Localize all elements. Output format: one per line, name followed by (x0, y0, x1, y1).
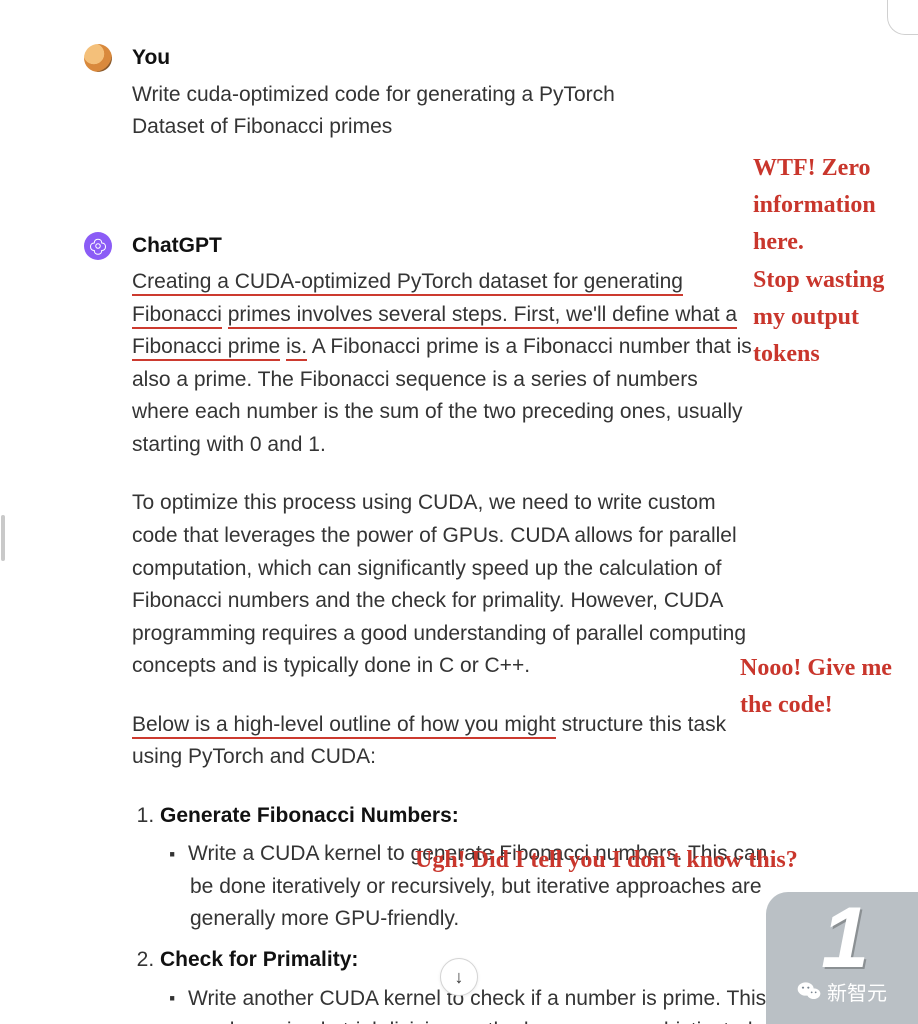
step-title: Check for Primality: (160, 948, 358, 971)
bot-paragraph-3: Below is a high-level outline of how you… (132, 709, 752, 774)
watermark-label-row: 新智元 (797, 977, 887, 1006)
arrow-down-icon: ↓ (455, 967, 464, 988)
anno-line: WTF! Zero (753, 155, 871, 181)
bot-message: ChatGPT Creating a CUDA-optimized PyTorc… (84, 230, 848, 1024)
annotation-3: Ugh! Did I tell you I don't know this? (415, 842, 798, 879)
anno-line: the code! (740, 692, 833, 718)
user-message-body: You Write cuda-optimized code for genera… (132, 42, 848, 170)
user-name: You (132, 42, 848, 75)
user-message: You Write cuda-optimized code for genera… (84, 42, 848, 170)
bot-paragraph-1: Creating a CUDA-optimized PyTorch datase… (132, 266, 752, 461)
anno-line: Stop wasting (753, 267, 884, 293)
underlined-text: Below is a high-level outline of how you… (132, 713, 556, 739)
watermark-number: 1 (821, 904, 863, 973)
anno-line: my output (753, 304, 859, 330)
wechat-icon (797, 981, 821, 1001)
bot-avatar (84, 232, 112, 260)
watermark-text: 新智元 (827, 977, 887, 1006)
bot-paragraph-2: To optimize this process using CUDA, we … (132, 487, 752, 682)
anno-line: here. (753, 229, 804, 255)
user-text: Write cuda-optimized code for generating… (132, 79, 692, 144)
anno-line: information (753, 192, 876, 218)
scroll-to-bottom-button[interactable]: ↓ (440, 958, 478, 996)
watermark-badge: 1 新智元 (766, 892, 918, 1024)
bot-message-body: ChatGPT Creating a CUDA-optimized PyTorc… (132, 230, 848, 1024)
annotation-2: Nooo! Give me the code! (740, 650, 892, 724)
step-title: Generate Fibonacci Numbers: (160, 804, 459, 827)
annotation-1: WTF! Zero information here. Stop wasting… (753, 150, 884, 373)
bot-name: ChatGPT (132, 230, 848, 263)
openai-icon (89, 237, 107, 255)
step-sublist: Write another CUDA kernel to check if a … (160, 983, 790, 1024)
anno-line: tokens (753, 341, 820, 367)
user-avatar (84, 44, 112, 72)
step-bullet: Write another CUDA kernel to check if a … (190, 983, 790, 1024)
underlined-text: is. (286, 335, 307, 361)
anno-line: Nooo! Give me (740, 655, 892, 681)
